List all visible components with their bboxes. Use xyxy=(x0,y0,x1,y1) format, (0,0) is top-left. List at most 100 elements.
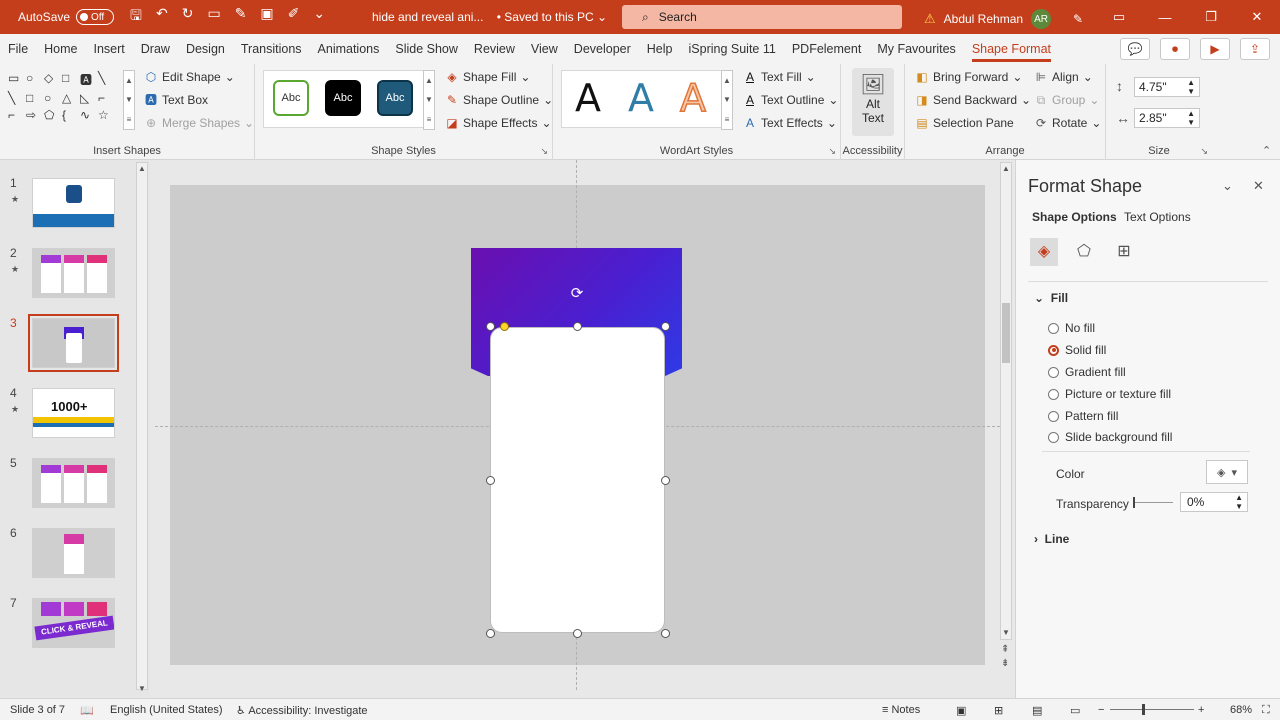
resize-handle-left[interactable] xyxy=(486,476,495,485)
slide-thumb-2[interactable] xyxy=(32,248,115,298)
size-properties-icon[interactable]: ⊞ xyxy=(1110,238,1138,266)
spellcheck-icon[interactable]: 📖 xyxy=(80,704,94,717)
pen-icon[interactable]: ✎ xyxy=(1073,12,1083,26)
radio-button[interactable] xyxy=(1048,410,1059,422)
style-preset-outline[interactable]: Abc xyxy=(273,80,309,116)
resize-handle-top-left[interactable] xyxy=(486,322,495,331)
tab-transitions[interactable]: Transitions xyxy=(233,34,310,64)
tab-file[interactable]: File xyxy=(0,34,36,64)
dialog-launcher-icon[interactable]: ↘ xyxy=(540,146,548,157)
tab-text-options[interactable]: Text Options xyxy=(1124,210,1191,224)
restore-icon[interactable]: ❐ xyxy=(1188,9,1234,25)
picture-icon[interactable]: ▣ xyxy=(260,5,273,29)
fill-option-no-fill[interactable]: No fill xyxy=(1048,321,1095,335)
zoom-level[interactable]: 68% xyxy=(1230,704,1252,716)
slide-thumb-1[interactable] xyxy=(32,178,115,228)
search-box[interactable]: ⌕ Search xyxy=(622,5,902,29)
dialog-launcher-icon[interactable]: ↘ xyxy=(828,146,836,157)
bring-forward-button[interactable]: ◧ Bring Forward ⌄ xyxy=(915,70,1022,84)
language-indicator[interactable]: English (United States) xyxy=(110,704,223,716)
tab-developer[interactable]: Developer xyxy=(566,34,639,64)
slide-thumb-6[interactable] xyxy=(32,528,115,578)
shape-fill-button[interactable]: ◈ Shape Fill ⌄ xyxy=(445,70,530,84)
autosave[interactable]: AutoSave Off xyxy=(18,9,115,25)
fill-option-pattern-fill[interactable]: Pattern fill xyxy=(1048,409,1118,423)
fill-option-slide-background-fill[interactable]: Slide background fill xyxy=(1048,430,1172,444)
slide-thumb-4[interactable]: 1000+ xyxy=(32,388,115,438)
rotate-handle-icon[interactable]: ⟳ xyxy=(569,286,585,302)
slide-thumb-3[interactable] xyxy=(28,314,119,372)
color-picker-button[interactable]: ◈ ▾ xyxy=(1206,460,1248,484)
adjust-handle[interactable] xyxy=(500,322,509,331)
resize-handle-bottom-left[interactable] xyxy=(486,629,495,638)
tab-review[interactable]: Review xyxy=(466,34,523,64)
pane-options-icon[interactable]: ⌄ xyxy=(1222,178,1233,194)
selection-pane-button[interactable]: ▤ Selection Pane xyxy=(915,116,1013,130)
shape-outline-button[interactable]: ✎ Shape Outline ⌄ xyxy=(445,93,553,107)
zoom-slider[interactable] xyxy=(1110,704,1194,715)
scroll-up-icon[interactable]: ▲ xyxy=(138,164,146,173)
scroll-down-icon[interactable]: ▼ xyxy=(138,684,146,693)
autosave-toggle[interactable]: Off xyxy=(76,9,115,25)
accessibility-status[interactable]: ♿ Accessibility: Investigate xyxy=(236,704,368,717)
save-icon[interactable]: 🖫 xyxy=(130,5,142,29)
warning-icon[interactable]: ⚠ xyxy=(924,11,936,27)
styles-scroll[interactable]: ▲ ▼ ≡ xyxy=(423,70,435,130)
radio-button[interactable] xyxy=(1048,431,1059,443)
radio-button[interactable] xyxy=(1048,366,1059,378)
slide-counter[interactable]: Slide 3 of 7 xyxy=(10,704,65,716)
document-title[interactable]: hide and reveal ani... • Saved to this P… xyxy=(372,10,607,24)
tab-slide-show[interactable]: Slide Show xyxy=(387,34,466,64)
wordart-blue[interactable]: A xyxy=(628,76,654,120)
style-preset-teal[interactable]: Abc xyxy=(377,80,413,116)
resize-handle-bottom[interactable] xyxy=(573,629,582,638)
wordart-black[interactable]: A xyxy=(575,76,601,120)
tab-my-favourites[interactable]: My Favourites xyxy=(869,34,964,64)
text-box-button[interactable]: 🅰 Text Box xyxy=(144,93,208,107)
edit-shape-button[interactable]: ⬡ Edit Shape ⌄ xyxy=(144,70,235,84)
reading-view-icon[interactable]: ▤ xyxy=(1032,704,1042,717)
effects-pentagon-icon[interactable]: ⬠ xyxy=(1070,238,1098,266)
user-account[interactable]: ⚠ Abdul Rehman AR ✎ xyxy=(924,9,1083,29)
tab-shape-format[interactable]: Shape Format xyxy=(964,34,1059,64)
tab-draw[interactable]: Draw xyxy=(133,34,178,64)
tab-pdfelement[interactable]: PDFelement xyxy=(784,34,869,64)
merge-shapes-button[interactable]: ⊕ Merge Shapes ⌄ xyxy=(144,116,254,130)
close-icon[interactable]: ✕ xyxy=(1234,9,1280,25)
text-fill-button[interactable]: A Text Fill ⌄ xyxy=(743,70,816,84)
shapes-scroll[interactable]: ▲ ▼ ≡ xyxy=(123,70,135,130)
fill-option-gradient-fill[interactable]: Gradient fill xyxy=(1048,365,1126,379)
fill-line-icon[interactable]: ◈ xyxy=(1030,238,1058,266)
width-input[interactable]: 2.85" ▲ ▼ xyxy=(1134,108,1200,128)
next-slide-icon[interactable]: ⇟ xyxy=(1001,658,1009,669)
fit-slide-icon[interactable]: ⛶ xyxy=(1262,704,1270,717)
text-effects-button[interactable]: A Text Effects ⌄ xyxy=(743,116,837,130)
alt-text-button[interactable]: 🖼 Alt Text xyxy=(852,68,894,136)
line-section-header[interactable]: › Line xyxy=(1034,532,1069,546)
send-backward-button[interactable]: ◨ Send Backward ⌄ xyxy=(915,93,1031,107)
normal-view-icon[interactable]: ▣ xyxy=(956,704,966,717)
group-button[interactable]: ⧉ Group ⌄ xyxy=(1034,93,1100,107)
resize-handle-top-right[interactable] xyxy=(661,322,670,331)
thumbnails-scrollbar[interactable] xyxy=(136,162,148,690)
close-pane-icon[interactable]: ✕ xyxy=(1253,178,1264,194)
comments-icon[interactable]: 💬 xyxy=(1120,38,1150,60)
redo-icon[interactable]: ↻ xyxy=(182,5,194,29)
wordart-scroll[interactable]: ▲ ▼ ≡ xyxy=(721,70,733,130)
scroll-up-icon[interactable]: ▲ xyxy=(1002,164,1010,173)
tab-ispring-suite-11[interactable]: iSpring Suite 11 xyxy=(681,34,784,64)
wordart-orange[interactable]: A xyxy=(679,75,707,121)
fill-option-picture-or-texture-fill[interactable]: Picture or texture fill xyxy=(1048,387,1171,401)
share-icon[interactable]: ⇪ xyxy=(1240,38,1270,60)
tab-animations[interactable]: Animations xyxy=(310,34,388,64)
touch-mode-icon[interactable]: ✎ xyxy=(235,5,247,29)
previous-slide-icon[interactable]: ⇞ xyxy=(1001,644,1009,655)
zoom-out-icon[interactable]: − xyxy=(1098,704,1104,716)
minimize-icon[interactable]: — xyxy=(1142,10,1188,25)
shape-effects-button[interactable]: ◪ Shape Effects ⌄ xyxy=(445,116,551,130)
resize-handle-top[interactable] xyxy=(573,322,582,331)
present-icon[interactable]: ▭ xyxy=(207,5,220,29)
format-painter-icon[interactable]: ✐ xyxy=(288,5,300,29)
tab-design[interactable]: Design xyxy=(178,34,233,64)
slide-thumb-7[interactable]: CLICK & REVEAL xyxy=(32,598,115,648)
